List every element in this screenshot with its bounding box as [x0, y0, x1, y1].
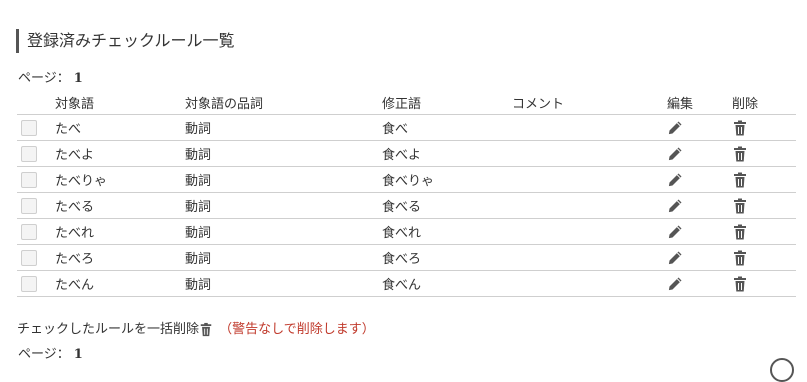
row-comment — [512, 192, 667, 219]
row-word: たべりゃ — [55, 166, 185, 193]
pencil-icon[interactable] — [667, 224, 683, 240]
header-comment: コメント — [512, 96, 565, 112]
pencil-icon[interactable] — [667, 172, 683, 188]
header-edit: 編集 — [667, 96, 694, 112]
row-checkbox[interactable] — [21, 145, 37, 162]
row-fix: 食べろ — [382, 244, 512, 271]
row-delete-cell — [732, 140, 796, 167]
row-edit-cell — [667, 218, 732, 245]
bulk-delete-label: チェックしたルールを一括削除 — [17, 322, 200, 337]
pencil-icon[interactable] — [667, 276, 683, 292]
row-pos: 動詞 — [185, 140, 382, 167]
rules-table: 対象語 対象語の品詞 修正語 コメント 編集 削除 たべ 動詞 食べ たべよ 動詞 食べよ… — [17, 90, 796, 297]
row-delete-cell — [732, 218, 796, 245]
row-edit-cell — [667, 244, 732, 271]
row-pos: 動詞 — [185, 244, 382, 271]
row-word: たべれ — [55, 218, 185, 245]
row-fix: 食べん — [382, 270, 512, 297]
trash-icon[interactable] — [732, 198, 748, 214]
row-pos: 動詞 — [185, 166, 382, 193]
table-row: たべれ 動詞 食べれ — [17, 218, 796, 245]
row-delete-cell — [732, 114, 796, 141]
bulk-delete-warning: （警告なしで削除します） — [219, 322, 375, 337]
table-header-row: 対象語 対象語の品詞 修正語 コメント 編集 削除 — [17, 90, 796, 115]
row-checkbox-cell — [17, 140, 55, 167]
table-row: たべる 動詞 食べる — [17, 192, 796, 219]
trash-icon[interactable] — [732, 276, 748, 292]
pagination-page-link[interactable]: 1 — [74, 71, 83, 86]
row-pos: 動詞 — [185, 114, 382, 141]
pagination-label: ページ： — [18, 347, 70, 362]
row-checkbox-cell — [17, 166, 55, 193]
header-fix: 修正語 — [382, 96, 422, 112]
section-title: 登録済みチェックルール一覧 — [16, 29, 235, 53]
row-fix: 食べりゃ — [382, 166, 512, 193]
table-row: たべろ 動詞 食べろ — [17, 244, 796, 271]
pagination-label: ページ： — [18, 71, 70, 86]
trash-icon[interactable] — [732, 224, 748, 240]
bulk-delete-button[interactable]: チェックしたルールを一括削除 — [17, 322, 217, 337]
header-word: 対象語 — [55, 96, 95, 112]
row-word: たべ — [55, 114, 185, 141]
trash-icon[interactable] — [732, 120, 748, 136]
trash-icon[interactable] — [732, 146, 748, 162]
trash-icon[interactable] — [732, 250, 748, 266]
row-pos: 動詞 — [185, 192, 382, 219]
row-edit-cell — [667, 166, 732, 193]
row-comment — [512, 140, 667, 167]
row-checkbox[interactable] — [21, 223, 37, 240]
row-comment — [512, 166, 667, 193]
row-pos: 動詞 — [185, 270, 382, 297]
row-checkbox[interactable] — [21, 249, 37, 266]
pencil-icon[interactable] — [667, 146, 683, 162]
bulk-delete: チェックしたルールを一括削除 （警告なしで削除します） — [17, 318, 375, 337]
row-pos: 動詞 — [185, 218, 382, 245]
table-row: たべん 動詞 食べん — [17, 270, 796, 297]
row-checkbox[interactable] — [21, 171, 37, 188]
pencil-icon[interactable] — [667, 250, 683, 266]
pencil-icon[interactable] — [667, 198, 683, 214]
row-edit-cell — [667, 140, 732, 167]
table-row: たべりゃ 動詞 食べりゃ — [17, 166, 796, 193]
row-edit-cell — [667, 114, 732, 141]
row-word: たべよ — [55, 140, 185, 167]
row-checkbox[interactable] — [21, 275, 37, 292]
row-comment — [512, 218, 667, 245]
trash-icon — [199, 322, 213, 337]
row-delete-cell — [732, 244, 796, 271]
row-comment — [512, 270, 667, 297]
table-row: たべよ 動詞 食べよ — [17, 140, 796, 167]
pagination-bottom: ページ： 1 — [18, 343, 83, 362]
row-word: たべん — [55, 270, 185, 297]
row-checkbox-cell — [17, 244, 55, 271]
row-delete-cell — [732, 270, 796, 297]
pencil-icon[interactable] — [667, 120, 683, 136]
row-delete-cell — [732, 192, 796, 219]
header-checkbox — [17, 90, 55, 115]
row-fix: 食べよ — [382, 140, 512, 167]
table-row: たべ 動詞 食べ — [17, 114, 796, 141]
scroll-top-button[interactable] — [770, 358, 794, 382]
row-checkbox-cell — [17, 270, 55, 297]
pagination-page-link[interactable]: 1 — [74, 347, 83, 362]
header-pos: 対象語の品詞 — [185, 96, 264, 112]
row-checkbox-cell — [17, 192, 55, 219]
row-word: たべろ — [55, 244, 185, 271]
row-delete-cell — [732, 166, 796, 193]
row-checkbox[interactable] — [21, 197, 37, 214]
row-edit-cell — [667, 270, 732, 297]
trash-icon[interactable] — [732, 172, 748, 188]
row-checkbox-cell — [17, 218, 55, 245]
pagination-top: ページ： 1 — [18, 67, 83, 86]
row-comment — [512, 244, 667, 271]
row-fix: 食べ — [382, 114, 512, 141]
row-word: たべる — [55, 192, 185, 219]
header-delete: 削除 — [732, 96, 759, 112]
row-checkbox[interactable] — [21, 119, 37, 136]
row-checkbox-cell — [17, 114, 55, 141]
row-fix: 食べる — [382, 192, 512, 219]
row-fix: 食べれ — [382, 218, 512, 245]
row-edit-cell — [667, 192, 732, 219]
row-comment — [512, 114, 667, 141]
